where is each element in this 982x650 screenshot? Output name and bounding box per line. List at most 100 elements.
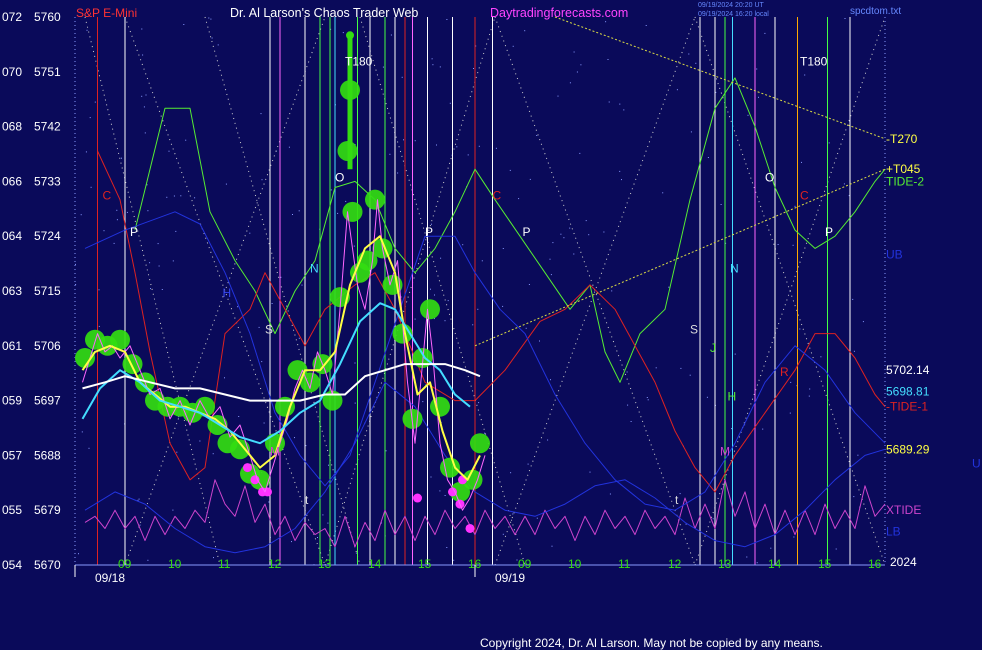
star-dot: [157, 243, 159, 245]
star-dot: [176, 451, 178, 453]
star-dot: [569, 82, 571, 84]
green-dot: [420, 299, 440, 320]
star-dot: [166, 196, 168, 198]
star-dot: [98, 325, 100, 327]
magenta-dot: [250, 475, 260, 485]
annotation-label: N: [310, 262, 319, 276]
x-hour-label: 15: [418, 557, 432, 571]
annotation-label: S: [690, 323, 698, 337]
star-dot: [456, 146, 458, 148]
star-dot: [88, 447, 90, 449]
star-dot: [440, 257, 442, 259]
y-tick-price: 5724: [34, 229, 61, 243]
star-dot: [141, 95, 143, 97]
magenta-dot: [465, 523, 475, 533]
star-dot: [444, 320, 446, 322]
star-dot: [646, 397, 648, 398]
right-label: 5689.29: [886, 442, 930, 456]
star-dot: [98, 289, 100, 291]
x-hour-label: 16: [868, 557, 882, 571]
star-dot: [478, 145, 480, 147]
star-dot: [550, 379, 551, 381]
star-dot: [569, 227, 571, 229]
annotation-label: O: [765, 170, 774, 184]
star-dot: [627, 404, 629, 406]
star-dot: [518, 198, 520, 200]
star-dot: [603, 231, 605, 233]
annotation-label: P: [523, 225, 531, 239]
star-dot: [453, 559, 455, 561]
annotation-label: J: [710, 341, 716, 355]
magenta-dot: [263, 487, 272, 497]
star-dot: [747, 114, 749, 116]
x-hour-label: 12: [668, 557, 682, 571]
star-dot: [560, 233, 562, 235]
y-tick-price: 5760: [34, 10, 61, 24]
star-dot: [793, 536, 795, 538]
annotation-label: M: [720, 444, 730, 458]
star-dot: [355, 552, 357, 554]
annotation-label: T180: [800, 55, 828, 69]
star-dot: [789, 412, 791, 414]
star-dot: [449, 102, 451, 104]
y-tick-price: 5742: [34, 120, 61, 134]
x-hour-label: 14: [368, 557, 382, 571]
star-dot: [430, 288, 431, 290]
star-dot: [337, 212, 339, 214]
star-dot: [608, 101, 610, 103]
star-dot: [809, 388, 811, 390]
star-dot: [436, 144, 437, 146]
annotation-label: P: [130, 225, 138, 239]
star-dot: [529, 178, 531, 180]
site-link[interactable]: Daytradingforecasts.com: [490, 6, 628, 20]
star-dot: [844, 18, 846, 19]
star-dot: [211, 37, 213, 39]
x-hour-label: 13: [318, 557, 332, 571]
star-dot: [147, 559, 149, 561]
star-dot: [495, 147, 497, 149]
star-dot: [746, 556, 748, 558]
star-dot: [208, 17, 210, 19]
star-dot: [843, 183, 845, 185]
y-tick-price: 5715: [34, 284, 61, 298]
star-dot: [550, 274, 552, 276]
green-dot: [342, 201, 363, 222]
y-tick-price: 5688: [34, 448, 61, 462]
star-dot: [853, 350, 855, 352]
star-dot: [268, 501, 270, 503]
star-dot: [828, 142, 830, 144]
right-label: 5698.81: [886, 384, 930, 398]
star-dot: [481, 260, 483, 262]
star-dot: [298, 337, 300, 339]
star-dot: [263, 422, 265, 424]
star-dot: [431, 58, 433, 60]
star-dot: [149, 262, 151, 264]
star-dot: [280, 276, 282, 278]
star-dot: [695, 62, 697, 64]
star-dot: [237, 306, 239, 308]
star-dot: [588, 234, 590, 236]
magenta-dot: [413, 493, 422, 503]
star-dot: [414, 318, 416, 320]
star-dot: [116, 219, 118, 221]
star-dot: [447, 300, 449, 302]
star-dot: [734, 353, 736, 355]
y-tick-left: 070: [2, 65, 22, 79]
annotation-label: N: [730, 262, 739, 276]
star-dot: [712, 518, 714, 520]
star-dot: [611, 290, 613, 292]
star-dot: [89, 117, 91, 119]
y-tick-left: 061: [2, 339, 22, 353]
right-label: -T270: [886, 132, 918, 146]
star-dot: [212, 453, 214, 455]
star-dot: [549, 258, 551, 260]
y-tick-left: 072: [2, 10, 22, 24]
magenta-dot: [243, 463, 252, 473]
star-dot: [183, 24, 185, 25]
star-dot: [446, 547, 448, 548]
y-tick-price: 5706: [34, 339, 61, 353]
star-dot: [756, 562, 758, 564]
star-dot: [609, 493, 611, 495]
star-dot: [799, 328, 801, 330]
annotation-label: T180: [345, 55, 373, 69]
